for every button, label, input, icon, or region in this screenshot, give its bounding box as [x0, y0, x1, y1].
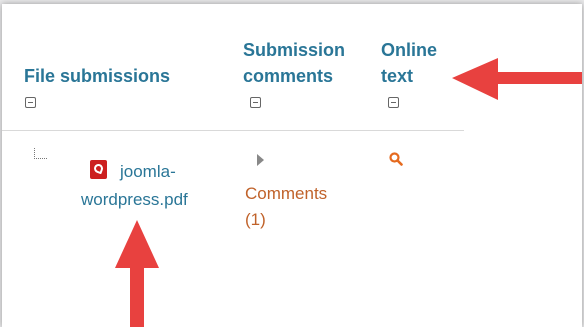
- header-online-text-line2: text: [381, 66, 414, 86]
- header-file-submissions[interactable]: File submissions: [24, 63, 170, 89]
- header-file-submissions-label: File submissions: [24, 66, 171, 86]
- pdf-file-icon: [90, 160, 107, 179]
- header-divider: [2, 130, 464, 131]
- red-arrow-annotation: [452, 58, 582, 100]
- header-submission-comments-line2: comments: [243, 66, 334, 86]
- header-submission-comments-line1: Submission: [243, 40, 346, 60]
- comments-link-count: (1): [245, 210, 266, 229]
- grading-table-panel: File submissions Submission comments Onl…: [2, 4, 582, 327]
- tree-connector-icon: [34, 148, 47, 159]
- header-submission-comments[interactable]: Submission comments: [243, 37, 345, 89]
- file-link-line2[interactable]: wordpress.pdf: [81, 187, 188, 213]
- collapse-icon[interactable]: [250, 97, 261, 108]
- header-online-text[interactable]: Online text: [381, 37, 437, 89]
- collapse-icon[interactable]: [25, 97, 36, 108]
- comments-link[interactable]: Comments (1): [245, 181, 327, 233]
- magnifier-icon[interactable]: [389, 152, 403, 166]
- file-link-line1[interactable]: joomla-: [120, 159, 176, 185]
- comments-link-label: Comments: [245, 184, 328, 203]
- header-online-text-line1: Online: [381, 40, 438, 60]
- collapse-icon[interactable]: [388, 97, 399, 108]
- red-arrow-annotation: [115, 220, 159, 327]
- expand-triangle-icon[interactable]: [257, 154, 264, 166]
